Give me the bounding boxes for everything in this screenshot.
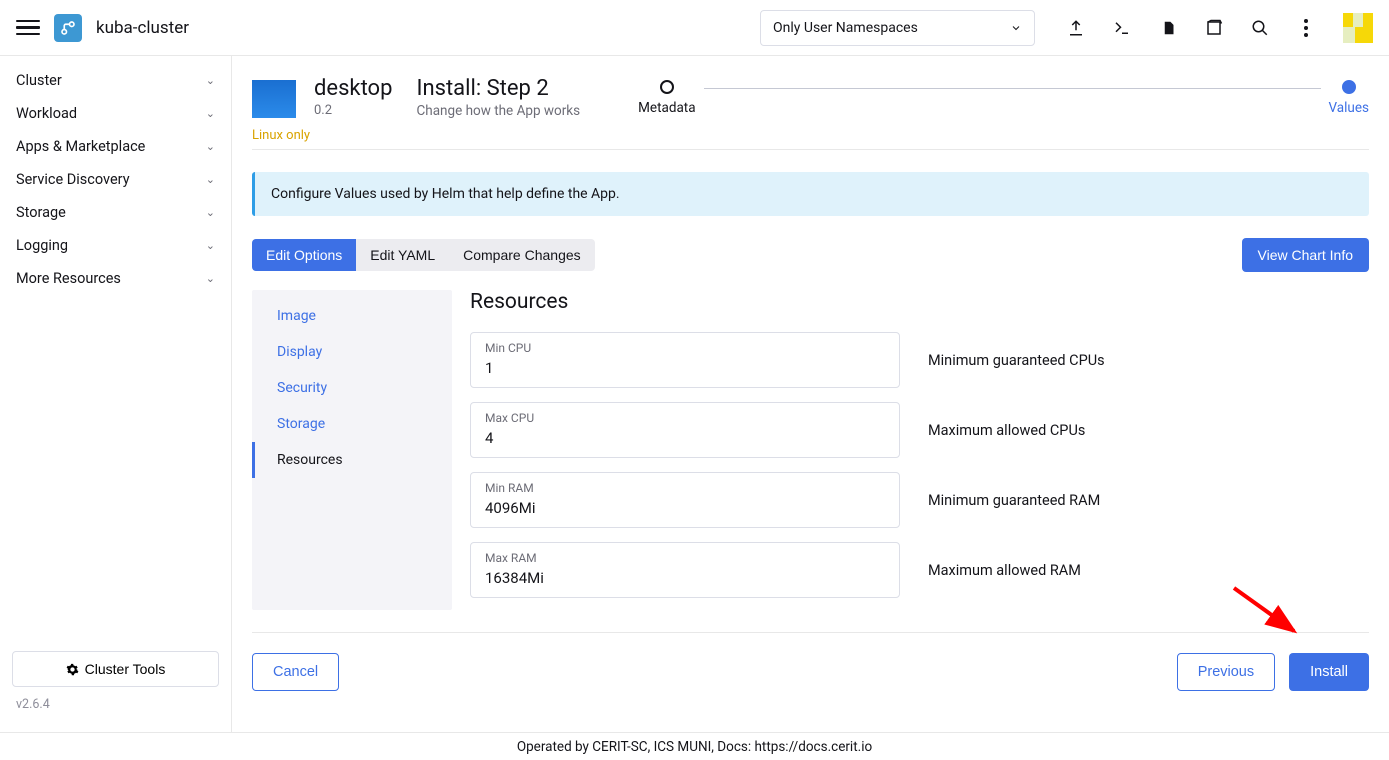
menu-icon[interactable]: [16, 16, 40, 40]
vtab-display[interactable]: Display: [252, 334, 452, 370]
cluster-tools-button[interactable]: Cluster Tools: [12, 651, 219, 687]
sidebar-item-service-discovery[interactable]: Service Discovery ⌄: [0, 163, 231, 196]
view-chart-info-button[interactable]: View Chart Info: [1242, 238, 1369, 272]
top-bar: kuba-cluster Only User Namespaces: [0, 0, 1389, 56]
terminal-icon[interactable]: [1113, 19, 1131, 37]
sidebar-item-label: Logging: [16, 237, 68, 254]
top-icons: [1067, 13, 1373, 43]
gear-icon: [66, 663, 79, 676]
form-heading: Resources: [470, 290, 1369, 314]
step-subtitle: Change how the App works: [416, 103, 580, 119]
field-desc: Minimum guaranteed RAM: [928, 492, 1100, 509]
max-cpu-input[interactable]: [485, 429, 885, 447]
install-header: desktop 0.2 Install: Step 2 Change how t…: [252, 76, 1369, 150]
step-label: Metadata: [638, 100, 695, 116]
cluster-tools-label: Cluster Tools: [85, 661, 166, 677]
max-cpu-field[interactable]: Max CPU: [470, 402, 900, 458]
min-cpu-input[interactable]: [485, 359, 885, 377]
chevron-down-icon: ⌄: [206, 206, 215, 219]
vtab-resources[interactable]: Resources: [252, 442, 452, 478]
max-ram-field[interactable]: Max RAM: [470, 542, 900, 598]
tab-row: Edit Options Edit YAML Compare Changes V…: [252, 238, 1369, 272]
step-line: [704, 88, 1321, 89]
vertical-tabs: Image Display Security Storage Resources: [252, 290, 452, 610]
min-ram-input[interactable]: [485, 499, 885, 517]
chevron-down-icon: ⌄: [206, 173, 215, 186]
tab-edit-yaml[interactable]: Edit YAML: [356, 239, 449, 271]
field-label: Min CPU: [485, 341, 885, 355]
upload-icon[interactable]: [1067, 19, 1085, 37]
file-icon[interactable]: [1159, 19, 1177, 37]
sidebar-item-cluster[interactable]: Cluster ⌄: [0, 64, 231, 97]
sidebar: Cluster ⌄ Workload ⌄ Apps & Marketplace ⌄ S…: [0, 56, 232, 732]
brand-logo: [54, 14, 82, 42]
field-desc: Maximum allowed RAM: [928, 562, 1081, 579]
field-row-min-ram: Min RAM Minimum guaranteed RAM: [470, 472, 1369, 528]
vtab-storage[interactable]: Storage: [252, 406, 452, 442]
sidebar-item-storage[interactable]: Storage ⌄: [0, 196, 231, 229]
field-row-min-cpu: Min CPU Minimum guaranteed CPUs: [470, 332, 1369, 388]
step-circle-filled: [1342, 80, 1356, 94]
chevron-down-icon: [1010, 22, 1022, 34]
sidebar-item-more-resources[interactable]: More Resources ⌄: [0, 262, 231, 295]
field-desc: Maximum allowed CPUs: [928, 422, 1085, 439]
field-row-max-ram: Max RAM Maximum allowed RAM: [470, 542, 1369, 598]
grid-icon[interactable]: [1205, 19, 1223, 37]
footer-bar: Operated by CERIT-SC, ICS MUNI, Docs: ht…: [0, 732, 1389, 760]
app-icon: [252, 80, 296, 118]
sidebar-item-label: Storage: [16, 204, 66, 221]
brand-name: kuba-cluster: [96, 18, 189, 38]
install-button[interactable]: Install: [1289, 653, 1369, 691]
step-title: Install: Step 2: [416, 76, 580, 101]
tab-edit-options[interactable]: Edit Options: [252, 239, 356, 271]
min-cpu-field[interactable]: Min CPU: [470, 332, 900, 388]
namespace-selected: Only User Namespaces: [773, 20, 918, 36]
sidebar-item-label: Service Discovery: [16, 171, 130, 188]
linux-only-badge: Linux only: [252, 128, 310, 143]
step-values[interactable]: Values: [1329, 80, 1370, 116]
chevron-down-icon: ⌄: [206, 107, 215, 120]
form-area: Resources Min CPU Minimum guaranteed CPU…: [470, 290, 1369, 612]
tab-group: Edit Options Edit YAML Compare Changes: [252, 239, 595, 271]
chevron-down-icon: ⌄: [206, 74, 215, 87]
footer-actions: Cancel Previous Install: [252, 632, 1369, 713]
info-banner: Configure Values used by Helm that help …: [252, 172, 1369, 216]
min-ram-field[interactable]: Min RAM: [470, 472, 900, 528]
sidebar-item-workload[interactable]: Workload ⌄: [0, 97, 231, 130]
previous-button[interactable]: Previous: [1177, 653, 1275, 691]
sidebar-item-label: Apps & Marketplace: [16, 138, 145, 155]
step-metadata[interactable]: Metadata: [638, 80, 695, 116]
vtab-image[interactable]: Image: [252, 298, 452, 334]
app-version: 0.2: [314, 103, 392, 118]
field-desc: Minimum guaranteed CPUs: [928, 352, 1105, 369]
tab-compare-changes[interactable]: Compare Changes: [449, 239, 595, 271]
avatar[interactable]: [1343, 13, 1373, 43]
stepper: Metadata Values: [638, 80, 1369, 116]
more-icon[interactable]: [1297, 19, 1315, 37]
step-circle-empty: [660, 80, 674, 94]
chevron-down-icon: ⌄: [206, 140, 215, 153]
vtab-security[interactable]: Security: [252, 370, 452, 406]
namespace-select[interactable]: Only User Namespaces: [760, 10, 1035, 46]
sidebar-item-apps[interactable]: Apps & Marketplace ⌄: [0, 130, 231, 163]
app-name: desktop: [314, 76, 392, 101]
cancel-button[interactable]: Cancel: [252, 653, 339, 691]
version-label: v2.6.4: [12, 697, 219, 712]
search-icon[interactable]: [1251, 19, 1269, 37]
sidebar-item-label: More Resources: [16, 270, 121, 287]
field-label: Max CPU: [485, 411, 885, 425]
main-content: desktop 0.2 Install: Step 2 Change how t…: [232, 56, 1389, 732]
max-ram-input[interactable]: [485, 569, 885, 587]
sidebar-item-label: Cluster: [16, 72, 62, 89]
sidebar-item-label: Workload: [16, 105, 77, 122]
field-row-max-cpu: Max CPU Maximum allowed CPUs: [470, 402, 1369, 458]
field-label: Min RAM: [485, 481, 885, 495]
sidebar-item-logging[interactable]: Logging ⌄: [0, 229, 231, 262]
chevron-down-icon: ⌄: [206, 272, 215, 285]
field-label: Max RAM: [485, 551, 885, 565]
chevron-down-icon: ⌄: [206, 239, 215, 252]
step-label: Values: [1329, 100, 1370, 116]
